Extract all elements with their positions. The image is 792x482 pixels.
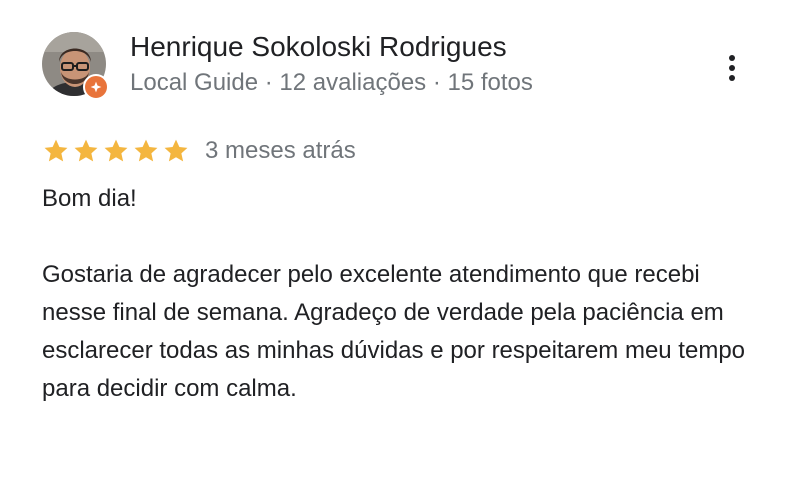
reviewer-avatar[interactable] (42, 32, 109, 100)
more-vert-icon (729, 55, 735, 81)
review-date: 3 meses atrás (205, 137, 356, 164)
review-greeting: Bom dia! (42, 185, 137, 212)
review-text: Bom dia! Gostaria de agradecer pelo exce… (42, 180, 762, 408)
star-icon (134, 139, 158, 162)
star-icon (164, 139, 188, 162)
review-body: Gostaria de agradecer pelo excelente ate… (42, 261, 746, 402)
reviewer-meta[interactable]: Local Guide · 12 avaliações · 15 fotos (130, 68, 533, 98)
star-icon (44, 139, 68, 162)
rating-row: 3 meses atrás (42, 134, 356, 168)
star-rating (42, 137, 190, 165)
local-guide-badge-icon (83, 74, 109, 100)
more-options-button[interactable] (716, 50, 748, 86)
reviewer-name[interactable]: Henrique Sokoloski Rodrigues (130, 30, 507, 64)
star-icon (74, 139, 98, 162)
star-icon (104, 139, 128, 162)
star-badge-icon (90, 81, 102, 93)
review-card: Henrique Sokoloski Rodrigues Local Guide… (0, 0, 792, 482)
